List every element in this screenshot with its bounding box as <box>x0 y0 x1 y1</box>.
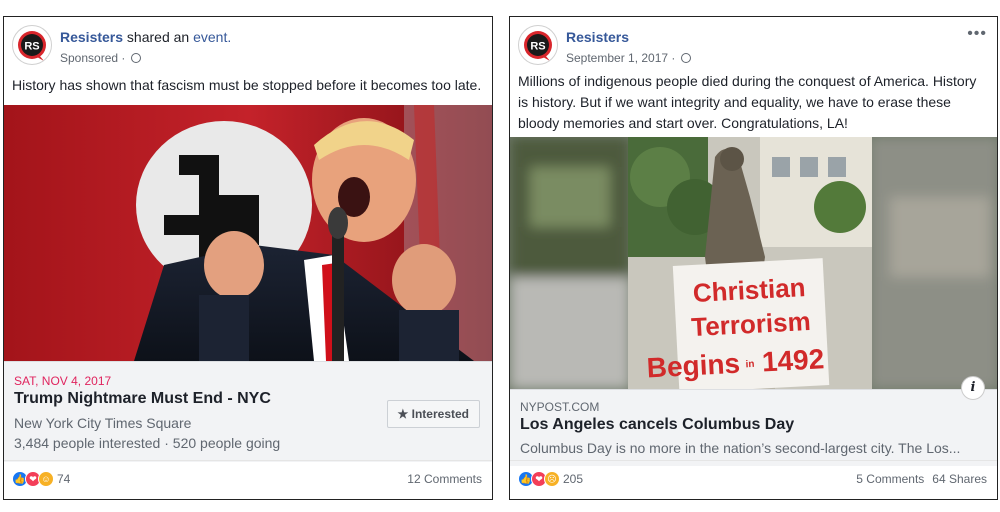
sign-text-3c: 1492 <box>761 343 825 377</box>
post-timestamp[interactable]: September 1, 2017 · <box>566 51 679 65</box>
shared-text: shared an <box>123 29 194 45</box>
event-stats: 3,484 people interested · 520 people goi… <box>14 435 281 451</box>
reactions-summary[interactable]: 👍 ❤ ☺ 74 <box>12 471 70 489</box>
reaction-count: 74 <box>57 472 71 486</box>
post-footer: 👍 ❤ ☺ 74 12 Comments <box>4 460 492 499</box>
link-domain: NYPOST.COM <box>520 400 600 414</box>
more-options-icon[interactable]: ••• <box>967 25 987 43</box>
post-footer: 👍 ❤ ☹ 205 5 Comments 64 Shares <box>510 460 997 499</box>
statue-protest-photo: Christian Terrorism Begins in 1492 <box>510 137 997 389</box>
page-avatar[interactable]: RS <box>12 25 52 65</box>
sign-text-3a: Begins <box>646 348 741 384</box>
link-title[interactable]: Los Angeles cancels Columbus Day <box>520 416 794 434</box>
post-text: History has shown that fascism must be s… <box>12 77 482 93</box>
event-date: SAT, NOV 4, 2017 <box>14 374 112 388</box>
engagement-links: 5 Comments 64 Shares <box>848 472 987 486</box>
reaction-count: 205 <box>563 472 584 486</box>
post-text: Millions of indigenous people died durin… <box>518 73 977 131</box>
sad-reaction-icon: ☹ <box>544 471 560 487</box>
svg-text:RS: RS <box>24 41 39 53</box>
rs-logo-icon: RS <box>18 31 46 61</box>
svg-text:RS: RS <box>530 41 545 53</box>
post-header: RS Resisters shared an event. Sponsored … <box>12 25 484 69</box>
rs-logo-icon: RS <box>524 31 552 61</box>
sponsored-event-post: RS Resisters shared an event. Sponsored … <box>3 16 493 500</box>
event-image[interactable] <box>4 105 492 361</box>
post-meta: September 1, 2017 · <box>566 51 691 65</box>
comments-link[interactable]: 12 Comments <box>407 472 482 486</box>
link-description: Columbus Day is no more in the nation’s … <box>520 440 961 456</box>
globe-icon <box>680 53 691 63</box>
sign-text-2: Terrorism <box>691 306 812 342</box>
event-photo-illustration <box>4 105 492 361</box>
page-name-link[interactable]: Resisters <box>566 29 629 45</box>
event-link[interactable]: event. <box>193 29 231 45</box>
post-header: RS Resisters September 1, 2017 · ••• <box>518 25 989 69</box>
haha-reaction-icon: ☺ <box>38 471 54 487</box>
comments-link[interactable]: 5 Comments <box>856 472 924 486</box>
link-share-post: RS Resisters September 1, 2017 · ••• Mil… <box>509 16 998 500</box>
sign-text-1: Christian <box>692 272 806 308</box>
info-icon[interactable]: i <box>961 376 985 400</box>
interested-button[interactable]: ★ Interested <box>386 400 480 428</box>
sponsored-label[interactable]: Sponsored · <box>60 51 129 65</box>
link-image[interactable]: Christian Terrorism Begins in 1492 <box>510 137 997 389</box>
post-meta: Sponsored · <box>60 51 141 65</box>
engagement-links: 12 Comments <box>399 472 482 486</box>
event-location: New York City Times Square <box>14 415 192 431</box>
event-info-panel[interactable]: SAT, NOV 4, 2017 Trump Nightmare Must En… <box>4 361 492 462</box>
globe-icon <box>130 53 141 63</box>
sign-text-3b: in <box>745 359 754 370</box>
link-preview-panel[interactable]: i NYPOST.COM Los Angeles cancels Columbu… <box>510 376 997 466</box>
page-name-link[interactable]: Resisters <box>60 29 123 45</box>
page-avatar[interactable]: RS <box>518 25 558 65</box>
shares-link[interactable]: 64 Shares <box>932 472 987 486</box>
reactions-summary[interactable]: 👍 ❤ ☹ 205 <box>518 471 583 489</box>
post-author-line: Resisters shared an event. <box>60 29 231 45</box>
post-author-line: Resisters <box>566 29 629 45</box>
event-title[interactable]: Trump Nightmare Must End - NYC <box>14 390 271 408</box>
